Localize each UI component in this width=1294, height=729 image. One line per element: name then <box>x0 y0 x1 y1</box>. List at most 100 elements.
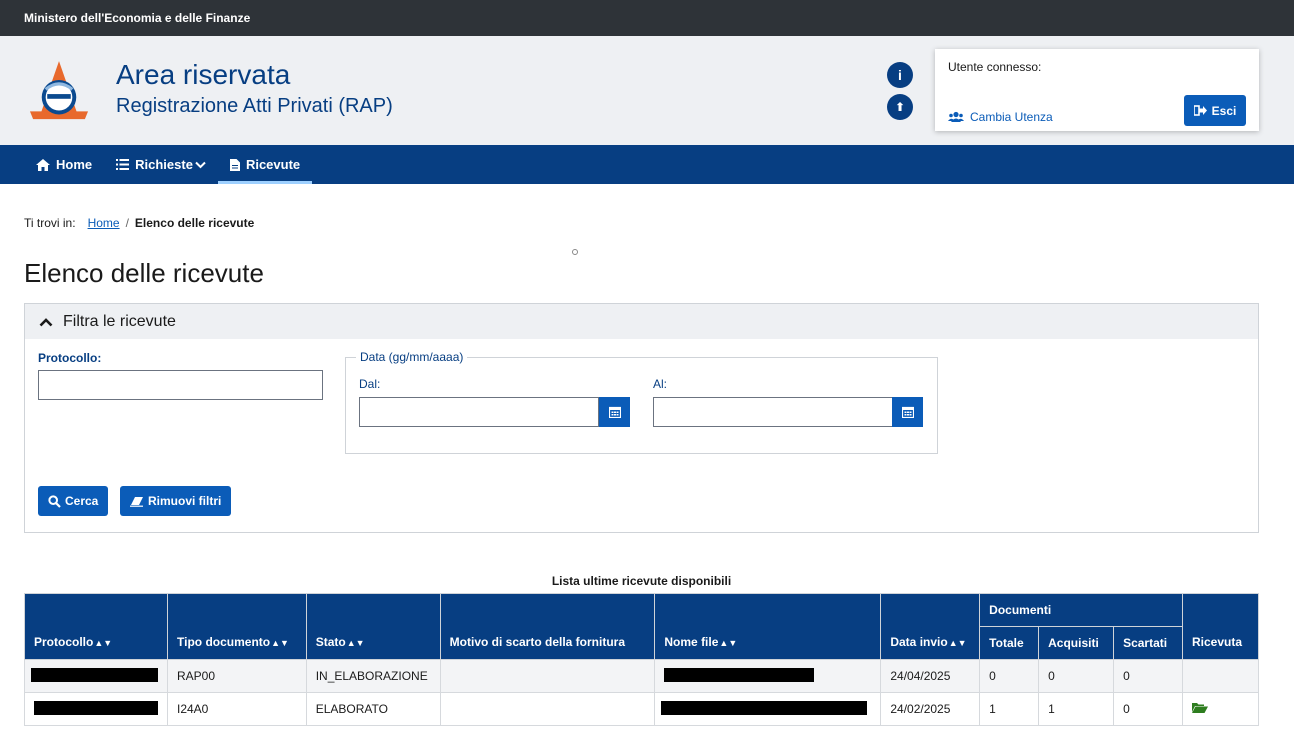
cell-ricevuta <box>1182 692 1259 726</box>
nav-requests-label: Richieste <box>135 157 193 172</box>
filter-title: Filtra le ricevute <box>63 312 176 330</box>
header-tipo-documento[interactable]: Tipo documento▲▼ <box>167 593 307 660</box>
date-to-input[interactable] <box>653 397 893 427</box>
info-icon: i <box>898 67 902 83</box>
cell-tipo: I24A0 <box>167 692 307 726</box>
header-acquisiti-label: Acquisiti <box>1048 636 1099 650</box>
header-data-invio-label: Data invio <box>890 635 948 649</box>
cell-motivo <box>439 659 656 693</box>
header-nome-file[interactable]: Nome file▲▼ <box>654 593 882 660</box>
cell-tipo: RAP00 <box>167 659 307 693</box>
user-panel: Utente connesso: Cambia Utenza Esci <box>935 49 1259 131</box>
protocol-input[interactable] <box>38 370 323 400</box>
ministry-bar: Ministero dell'Economia e delle Finanze <box>0 0 1294 36</box>
table-row: I24A0 ELABORATO 24/02/2025 1 1 0 <box>24 692 1259 726</box>
logout-label: Esci <box>1211 103 1237 118</box>
nav-receipts[interactable]: Ricevute <box>217 145 313 184</box>
header-protocollo[interactable]: Protocollo▲▼ <box>24 593 168 660</box>
redacted-block <box>34 700 158 715</box>
cell-scartati: 0 <box>1113 659 1183 693</box>
ministry-name: Ministero dell'Economia e delle Finanze <box>24 11 251 25</box>
header-nome-file-label: Nome file <box>664 635 719 649</box>
breadcrumb: Ti trovi in: Home / Elenco delle ricevut… <box>24 216 254 230</box>
main-nav: Home Richieste Ricevute <box>0 145 1294 184</box>
logout-button[interactable]: Esci <box>1184 95 1246 126</box>
sort-icon: ▲▼ <box>271 638 289 648</box>
agenzia-entrate-logo-icon[interactable] <box>22 58 96 138</box>
sort-icon: ▲▼ <box>94 638 113 648</box>
page-title: Elenco delle ricevute <box>24 258 264 288</box>
filter-toggle[interactable]: Filtra le ricevute <box>25 304 1258 339</box>
redacted-block <box>664 667 815 682</box>
header-data-invio[interactable]: Data invio▲▼ <box>880 593 981 660</box>
nav-home[interactable]: Home <box>24 145 104 184</box>
header-acquisiti: Acquisiti <box>1038 626 1115 660</box>
filter-panel: Filtra le ricevute Protocollo: Data (gg/… <box>24 303 1259 533</box>
folder-open-icon[interactable] <box>1192 702 1208 713</box>
upload-icon: ⬆ <box>894 100 906 114</box>
receipts-table: Protocollo▲▼ Tipo documento▲▼ Stato▲▼ Mo… <box>24 593 1259 726</box>
upload-button[interactable]: ⬆ <box>887 94 913 120</box>
search-button-label: Cerca <box>65 494 99 508</box>
site-title: Area riservata <box>116 59 291 90</box>
chevron-down-icon <box>195 161 206 168</box>
table-caption: Lista ultime ricevute disponibili <box>551 574 732 588</box>
chevron-up-icon <box>39 317 53 326</box>
cell-protocollo <box>24 659 168 693</box>
header-documenti-label: Documenti <box>989 603 1052 617</box>
home-icon <box>36 158 50 171</box>
search-button[interactable]: Cerca <box>38 486 109 516</box>
list-icon <box>116 159 130 170</box>
breadcrumb-separator: / <box>125 216 129 230</box>
users-icon <box>948 111 964 122</box>
cell-scartati: 0 <box>1113 692 1183 726</box>
date-from-calendar-button[interactable] <box>599 397 630 427</box>
header-motivo-label: Motivo di scarto della fornitura <box>449 635 626 649</box>
calendar-icon <box>901 406 914 418</box>
eraser-icon <box>130 496 143 507</box>
sort-icon: ▲▼ <box>948 638 967 648</box>
header-totale: Totale <box>979 626 1040 660</box>
nav-requests[interactable]: Richieste <box>104 145 218 184</box>
sign-out-icon <box>1193 105 1207 116</box>
cell-acquisiti: 1 <box>1038 692 1115 726</box>
cell-data-invio: 24/02/2025 <box>880 692 981 726</box>
header-tipo-label: Tipo documento <box>177 635 271 649</box>
date-legend: Data (gg/mm/aaaa) <box>356 350 468 364</box>
clear-filters-button[interactable]: Rimuovi filtri <box>120 486 232 516</box>
clear-filters-label: Rimuovi filtri <box>148 494 222 508</box>
cell-totale: 0 <box>979 659 1040 693</box>
change-user-label: Cambia Utenza <box>970 110 1053 124</box>
header-documenti: Documenti <box>979 593 1183 627</box>
header-motivo-scarto: Motivo di scarto della fornitura <box>439 593 656 660</box>
cell-data-invio: 24/04/2025 <box>880 659 981 693</box>
connected-user-label: Utente connesso: <box>948 60 1042 74</box>
header-stato-label: Stato <box>315 635 346 649</box>
sort-icon: ▲▼ <box>719 638 738 648</box>
header-ricevuta-label: Ricevuta <box>1192 635 1243 649</box>
header-protocollo-label: Protocollo <box>34 635 94 649</box>
file-icon <box>229 158 240 171</box>
redacted-block <box>661 700 868 715</box>
breadcrumb-prefix: Ti trovi in: <box>24 216 76 230</box>
change-user-link[interactable]: Cambia Utenza <box>948 110 1053 124</box>
sort-icon: ▲▼ <box>346 638 365 648</box>
header-scartati-label: Scartati <box>1123 636 1168 650</box>
date-fieldset: Data (gg/mm/aaaa) Dal: Al: <box>345 350 938 454</box>
search-icon <box>48 494 61 508</box>
cell-stato: ELABORATO <box>305 692 441 726</box>
breadcrumb-current: Elenco delle ricevute <box>134 216 255 230</box>
cell-nome-file <box>654 692 882 726</box>
cell-motivo <box>439 692 656 726</box>
breadcrumb-home-link[interactable]: Home <box>88 216 120 230</box>
header-scartati: Scartati <box>1113 626 1183 660</box>
date-from-input[interactable] <box>359 397 599 427</box>
date-to-label: Al: <box>653 377 668 391</box>
calendar-icon <box>608 406 621 418</box>
info-button[interactable]: i <box>887 62 913 88</box>
header-stato[interactable]: Stato▲▼ <box>305 593 441 660</box>
table-row: RAP00 IN_ELABORAZIONE 24/04/2025 0 0 0 <box>24 659 1259 693</box>
cell-nome-file <box>654 659 882 693</box>
date-to-calendar-button[interactable] <box>892 397 923 427</box>
loading-indicator <box>572 249 578 255</box>
